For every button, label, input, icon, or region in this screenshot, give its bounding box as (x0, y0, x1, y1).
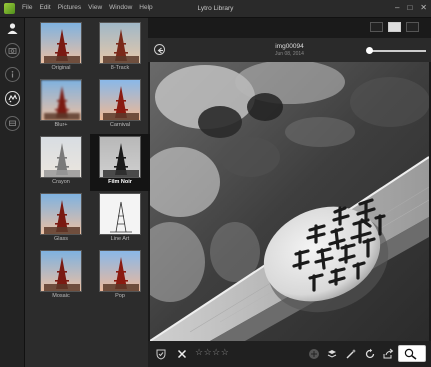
filter-label: Film Noir (108, 179, 132, 185)
close-icon[interactable]: ✕ (420, 3, 427, 13)
filter-label: Pop (115, 293, 125, 299)
filter-label: Glass (53, 236, 69, 242)
image-name: img00094 (275, 43, 304, 50)
zoom-slider-handle[interactable] (366, 47, 373, 54)
filter-thumb-original[interactable]: Original (31, 20, 91, 77)
filter-thumb-glass[interactable]: Glass (31, 191, 91, 248)
filter-preview-image (99, 136, 141, 178)
filter-icon[interactable] (5, 91, 20, 106)
filter-label: Mosaic (52, 293, 70, 299)
camera-icon[interactable] (5, 43, 20, 58)
layers-icon[interactable] (326, 348, 338, 360)
info-icon[interactable] (5, 67, 20, 82)
star-rating[interactable]: ☆☆☆☆ (195, 347, 229, 358)
filter-label: Carnival (109, 122, 131, 128)
living-picture-icon[interactable] (398, 345, 426, 362)
filter-preview-image (40, 193, 82, 235)
left-rail (0, 18, 25, 367)
shield-icon[interactable] (155, 348, 167, 360)
refocus-icon[interactable] (5, 116, 20, 131)
person-icon[interactable] (6, 22, 19, 35)
filter-thumb-carnival[interactable]: Carnival (90, 77, 150, 134)
share-icon[interactable] (382, 348, 394, 360)
filter-thumb-line-art[interactable]: Line Art (90, 191, 150, 248)
filter-preview-image (99, 193, 141, 235)
filter-panel: Original 8-Track Blur+ Carnival Crayon Film N… (25, 18, 150, 367)
filter-label: Blur+ (54, 122, 68, 128)
filter-preview-image (99, 250, 141, 292)
filter-label: 8-Track (110, 65, 130, 71)
main-photo[interactable] (150, 62, 429, 341)
filter-label: Line Art (110, 236, 130, 242)
single-view-icon[interactable] (388, 22, 401, 32)
grid-view-icon[interactable] (370, 22, 383, 32)
filter-preview-image (40, 136, 82, 178)
reject-icon[interactable] (176, 348, 188, 360)
filter-thumb-pop[interactable]: Pop (90, 248, 150, 305)
title-bar: File Edit Pictures View Window Help Lytr… (0, 0, 431, 18)
filter-label: Original (51, 65, 71, 71)
maximize-icon[interactable]: □ (407, 3, 412, 13)
filter-thumb-crayon[interactable]: Crayon (31, 134, 91, 191)
filter-preview-image (99, 22, 141, 64)
window-title: Lytro Library (197, 5, 234, 12)
minimize-icon[interactable]: – (395, 3, 399, 13)
filter-thumb-mosaic[interactable]: Mosaic (31, 248, 91, 305)
bottom-toolbar: ☆☆☆☆ (148, 341, 431, 367)
magic-wand-icon[interactable] (345, 348, 357, 360)
perspective-icon[interactable] (308, 348, 320, 360)
filter-label: Crayon (52, 179, 70, 185)
filter-preview-image (40, 22, 82, 64)
viewer-header: img00094 Jun 08, 2014 (148, 38, 431, 62)
filter-preview-image (99, 79, 141, 121)
rotate-icon[interactable] (364, 348, 376, 360)
filter-preview-image (40, 79, 82, 121)
view-toggles (370, 22, 419, 32)
filter-thumb-film-noir[interactable]: Film Noir (90, 134, 150, 191)
filter-preview-image (40, 250, 82, 292)
compare-view-icon[interactable] (406, 22, 419, 32)
image-date: Jun 08, 2014 (275, 51, 304, 57)
filter-thumb-blur[interactable]: Blur+ (31, 77, 91, 134)
zoom-slider[interactable] (370, 50, 426, 52)
filter-thumb-8-track[interactable]: 8-Track (90, 20, 150, 77)
